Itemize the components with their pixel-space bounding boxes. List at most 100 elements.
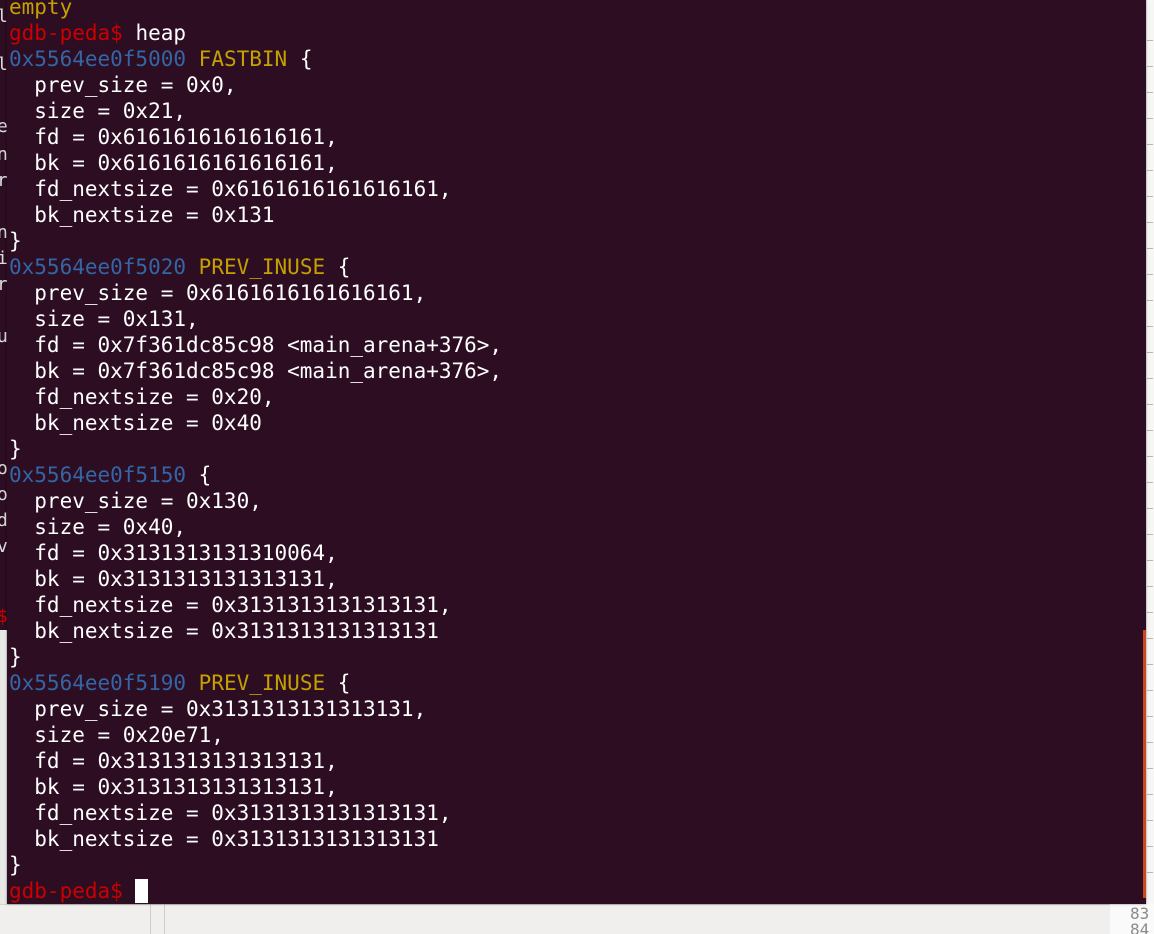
terminal-line: 0x5564ee0f5150 { xyxy=(9,462,1140,488)
terminal-line: size = 0x20e71, xyxy=(9,722,1140,748)
background-text-fragment xyxy=(1147,196,1153,197)
terminal-text-segment: fd = 0x6161616161616161, xyxy=(9,125,338,149)
terminal-line: 0x5564ee0f5190 PREV_INUSE { xyxy=(9,670,1140,696)
terminal-text-segment: { xyxy=(186,463,212,487)
terminal-text-segment: fd = 0x7f361dc85c98 <main_arena+376>, xyxy=(9,333,503,357)
terminal-line: prev_size = 0x0, xyxy=(9,72,1140,98)
terminal-line: bk_nextsize = 0x40 xyxy=(9,410,1140,436)
terminal-text-segment: prev_size = 0x130, xyxy=(9,489,262,513)
terminal-line: fd = 0x3131313131313131, xyxy=(9,748,1140,774)
terminal-line: size = 0x131, xyxy=(9,306,1140,332)
background-text-fragment xyxy=(1147,170,1153,171)
background-text-fragment xyxy=(1147,248,1153,249)
terminal-text-segment: bk = 0x7f361dc85c98 <main_arena+376>, xyxy=(9,359,503,383)
background-text-fragment xyxy=(1147,352,1153,353)
status-bar-divider xyxy=(164,904,165,934)
background-text-fragment xyxy=(1147,326,1153,327)
terminal-text-segment: bk_nextsize = 0x131 xyxy=(9,203,275,227)
terminal-line: fd = 0x7f361dc85c98 <main_arena+376>, xyxy=(9,332,1140,358)
terminal-text-segment: fd_nextsize = 0x3131313131313131, xyxy=(9,593,452,617)
terminal-window[interactable]: empty gdb-peda$ heap 0x5564ee0f5000 FASTBI… xyxy=(7,0,1146,904)
terminal-text-segment: bk = 0x6161616161616161, xyxy=(9,151,338,175)
terminal-text-segment: PREV_INUSE xyxy=(198,671,326,695)
background-text-fragment xyxy=(1147,820,1153,821)
terminal-text-segment: prev_size = 0x6161616161616161, xyxy=(9,281,427,305)
terminal-line: bk_nextsize = 0x3131313131313131 xyxy=(9,618,1140,644)
terminal-line: } xyxy=(9,228,1140,254)
terminal-line: fd = 0x6161616161616161, xyxy=(9,124,1140,150)
background-text-fragment xyxy=(1147,92,1153,93)
terminal-text-segment: { xyxy=(325,671,351,695)
terminal-text-segment: { xyxy=(287,47,313,71)
terminal-scrollbar[interactable] xyxy=(1143,630,1146,898)
terminal-line: 0x5564ee0f5020 PREV_INUSE { xyxy=(9,254,1140,280)
terminal-text-segment: } xyxy=(9,437,22,461)
background-text-fragment xyxy=(1147,638,1153,639)
prompt-label: gdb-peda$ xyxy=(9,879,123,903)
background-text-fragment xyxy=(1147,222,1153,223)
terminal-text-segment: 0x5564ee0f5190 xyxy=(9,671,187,695)
terminal-line: fd_nextsize = 0x20, xyxy=(9,384,1140,410)
terminal-cursor xyxy=(135,879,149,903)
terminal-line: } xyxy=(9,436,1140,462)
prompt-input[interactable] xyxy=(123,879,136,903)
terminal-text-segment: fd = 0x3131313131313131, xyxy=(9,749,338,773)
background-text-fragment xyxy=(1147,430,1153,431)
terminal-line: bk = 0x7f361dc85c98 <main_arena+376>, xyxy=(9,358,1140,384)
background-text-fragment xyxy=(1147,274,1153,275)
terminal-text-segment: 0x5564ee0f5150 xyxy=(9,463,187,487)
terminal-line: bk_nextsize = 0x131 xyxy=(9,202,1140,228)
background-text-fragment xyxy=(1147,612,1153,613)
background-text-fragment xyxy=(1147,456,1153,457)
terminal-line: bk = 0x3131313131313131, xyxy=(9,566,1140,592)
terminal-text-segment: heap xyxy=(122,21,187,45)
background-text-fragment xyxy=(1147,534,1153,535)
terminal-text-segment: } xyxy=(9,853,22,877)
background-text-fragment xyxy=(1147,794,1153,795)
terminal-line: } xyxy=(9,852,1140,878)
status-bar-divider xyxy=(150,904,151,934)
terminal-line: fd = 0x3131313131310064, xyxy=(9,540,1140,566)
background-text-fragment xyxy=(1147,118,1153,119)
line-number: 84 xyxy=(1130,920,1150,934)
terminal-text-segment: PREV_INUSE xyxy=(198,255,326,279)
terminal-line: fd_nextsize = 0x6161616161616161, xyxy=(9,176,1140,202)
background-text-fragment xyxy=(1147,846,1153,847)
terminal-line: size = 0x21, xyxy=(9,98,1140,124)
background-text-fragment xyxy=(1147,664,1153,665)
background-text-fragment xyxy=(1147,716,1153,717)
terminal-line: 0x5564ee0f5000 FASTBIN { xyxy=(9,46,1140,72)
terminal-text-segment: size = 0x131, xyxy=(9,307,199,331)
terminal-text-segment: prev_size = 0x0, xyxy=(9,73,237,97)
background-text-fragment xyxy=(1147,872,1153,873)
terminal-text-segment: 0x5564ee0f5020 xyxy=(9,255,187,279)
terminal-text-segment: empty xyxy=(9,0,73,19)
background-text-fragment xyxy=(1147,482,1153,483)
background-text-fragment xyxy=(1147,586,1153,587)
desktop: l l e n r n i r u o o d v $ 83 84 empty g… xyxy=(0,0,1154,934)
terminal-text-segment: 0x5564ee0f5000 xyxy=(9,47,187,71)
terminal-prompt-line[interactable]: gdb-peda$ xyxy=(9,878,1140,904)
background-status-bar xyxy=(0,904,1154,934)
terminal-line: gdb-peda$ heap xyxy=(9,20,1140,46)
background-text-fragment xyxy=(1147,66,1153,67)
terminal-line: fd_nextsize = 0x3131313131313131, xyxy=(9,592,1140,618)
background-text-fragment xyxy=(1147,742,1153,743)
terminal-text-segment: bk = 0x3131313131313131, xyxy=(9,567,338,591)
terminal-text-segment: prev_size = 0x3131313131313131, xyxy=(9,697,427,721)
terminal-output: empty gdb-peda$ heap 0x5564ee0f5000 FASTBI… xyxy=(9,0,1140,904)
terminal-line: bk_nextsize = 0x3131313131313131 xyxy=(9,826,1140,852)
background-text-fragment xyxy=(1147,40,1153,41)
terminal-text-segment: bk_nextsize = 0x3131313131313131 xyxy=(9,827,439,851)
terminal-line: bk = 0x6161616161616161, xyxy=(9,150,1140,176)
background-text-fragment xyxy=(1147,144,1153,145)
terminal-line: bk = 0x3131313131313131, xyxy=(9,774,1140,800)
background-text-fragment xyxy=(1147,378,1153,379)
terminal-text-segment: bk = 0x3131313131313131, xyxy=(9,775,338,799)
terminal-line: fd_nextsize = 0x3131313131313131, xyxy=(9,800,1140,826)
terminal-text-segment: bk_nextsize = 0x40 xyxy=(9,411,262,435)
terminal-text-segment: bk_nextsize = 0x3131313131313131 xyxy=(9,619,439,643)
terminal-text-segment: { xyxy=(325,255,351,279)
